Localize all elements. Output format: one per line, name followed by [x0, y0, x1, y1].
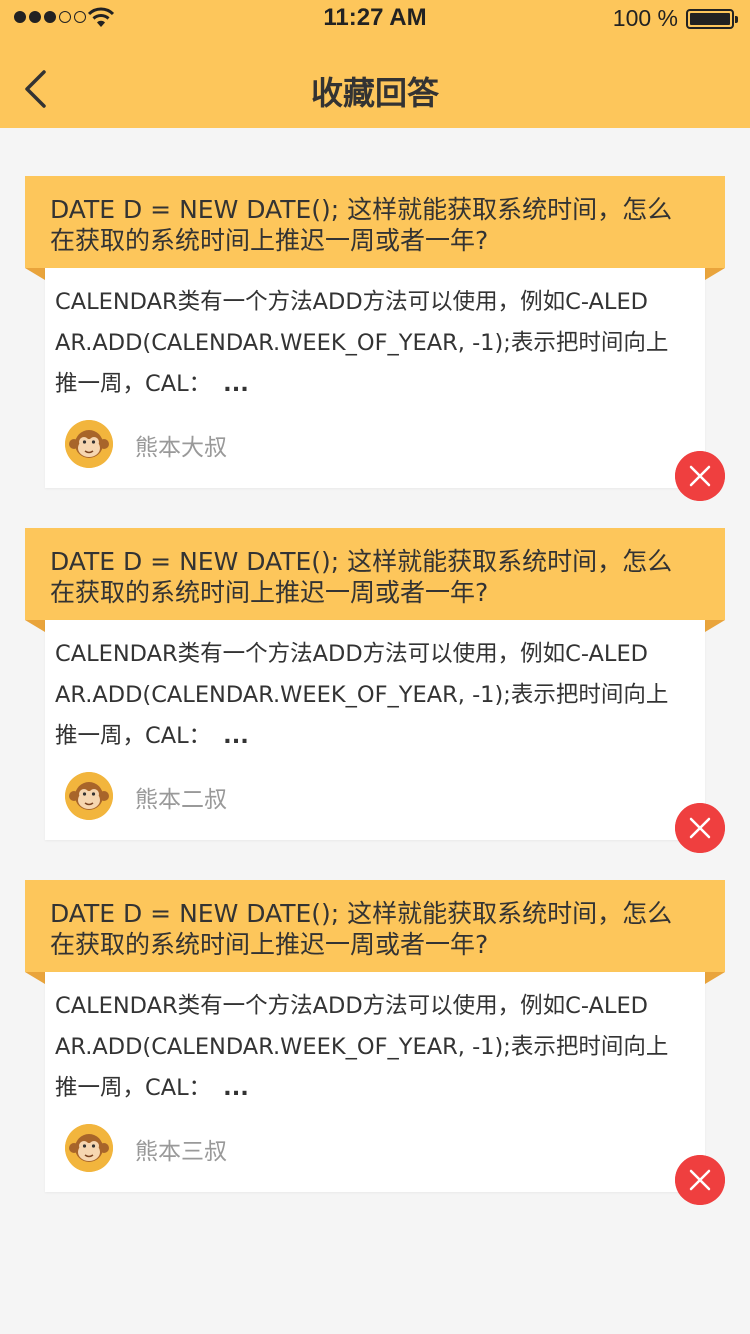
question-text: 在获取的系统时间上推迟一周或者一年? — [50, 930, 489, 959]
answer-line: CALENDAR类有一个方法ADD方法可以使用，例如C-ALED — [55, 993, 648, 1019]
monkey-avatar-icon[interactable] — [65, 1124, 113, 1172]
answer-line: AR.ADD(CALENDAR.WEEK_OF_YEAR, -1);表示把时间向… — [55, 330, 669, 356]
more-ellipsis: ... — [223, 1075, 249, 1101]
status-bar: 11:27 AM 100 % — [0, 0, 750, 40]
ribbon-fold — [25, 972, 45, 984]
question-banner[interactable]: DATE D = NEW DATE(); 这样就能获取系统时间，怎么 在获取的系… — [25, 528, 725, 620]
ribbon-fold — [705, 620, 725, 632]
question-text: DATE D = NEW DATE(); 这样就能获取系统时间，怎么 — [50, 195, 673, 224]
question-banner[interactable]: DATE D = NEW DATE(); 这样就能获取系统时间，怎么 在获取的系… — [25, 176, 725, 268]
author-name[interactable]: 熊本大叔 — [135, 428, 227, 462]
battery-percent: 100 % — [612, 5, 678, 31]
answer-line: 推一周，CAL： — [55, 371, 212, 397]
delete-close-icon[interactable] — [675, 451, 725, 501]
more-ellipsis: ... — [223, 371, 249, 397]
delete-close-icon[interactable] — [675, 1155, 725, 1205]
ribbon-fold — [25, 620, 45, 632]
nav-bar: 11:27 AM 100 % 收藏回答 — [0, 0, 750, 128]
answer-line: 推一周，CAL： — [55, 723, 212, 749]
ribbon-fold — [25, 268, 45, 280]
question-banner[interactable]: DATE D = NEW DATE(); 这样就能获取系统时间，怎么 在获取的系… — [25, 880, 725, 972]
answer-line: AR.ADD(CALENDAR.WEEK_OF_YEAR, -1);表示把时间向… — [55, 682, 669, 708]
ribbon-fold — [705, 972, 725, 984]
answer-line: CALENDAR类有一个方法ADD方法可以使用，例如C-ALED — [55, 641, 648, 667]
answer-body[interactable]: CALENDAR类有一个方法ADD方法可以使用，例如C-ALED AR.ADD(… — [45, 268, 705, 488]
question-text: DATE D = NEW DATE(); 这样就能获取系统时间，怎么 — [50, 899, 673, 928]
question-text: DATE D = NEW DATE(); 这样就能获取系统时间，怎么 — [50, 547, 673, 576]
question-text: 在获取的系统时间上推迟一周或者一年? — [50, 226, 489, 255]
answer-line: 推一周，CAL： — [55, 1075, 212, 1101]
page-title: 收藏回答 — [310, 74, 439, 112]
more-ellipsis: ... — [223, 723, 249, 749]
answer-body[interactable]: CALENDAR类有一个方法ADD方法可以使用，例如C-ALED AR.ADD(… — [45, 972, 705, 1192]
answer-text: CALENDAR类有一个方法ADD方法可以使用，例如C-ALED AR.ADD(… — [55, 986, 705, 1109]
answer-line: AR.ADD(CALENDAR.WEEK_OF_YEAR, -1);表示把时间向… — [55, 1034, 669, 1060]
author-name[interactable]: 熊本三叔 — [135, 1132, 227, 1166]
ribbon-fold — [705, 268, 725, 280]
answer-line: CALENDAR类有一个方法ADD方法可以使用，例如C-ALED — [55, 289, 648, 315]
delete-close-icon[interactable] — [675, 803, 725, 853]
monkey-avatar-icon[interactable] — [65, 772, 113, 820]
author-name[interactable]: 熊本二叔 — [135, 780, 227, 814]
question-text: 在获取的系统时间上推迟一周或者一年? — [50, 578, 489, 607]
answer-text: CALENDAR类有一个方法ADD方法可以使用，例如C-ALED AR.ADD(… — [55, 634, 705, 757]
monkey-avatar-icon[interactable] — [65, 420, 113, 468]
battery-icon — [686, 9, 738, 29]
answer-text: CALENDAR类有一个方法ADD方法可以使用，例如C-ALED AR.ADD(… — [55, 282, 705, 405]
answer-body[interactable]: CALENDAR类有一个方法ADD方法可以使用，例如C-ALED AR.ADD(… — [45, 620, 705, 840]
